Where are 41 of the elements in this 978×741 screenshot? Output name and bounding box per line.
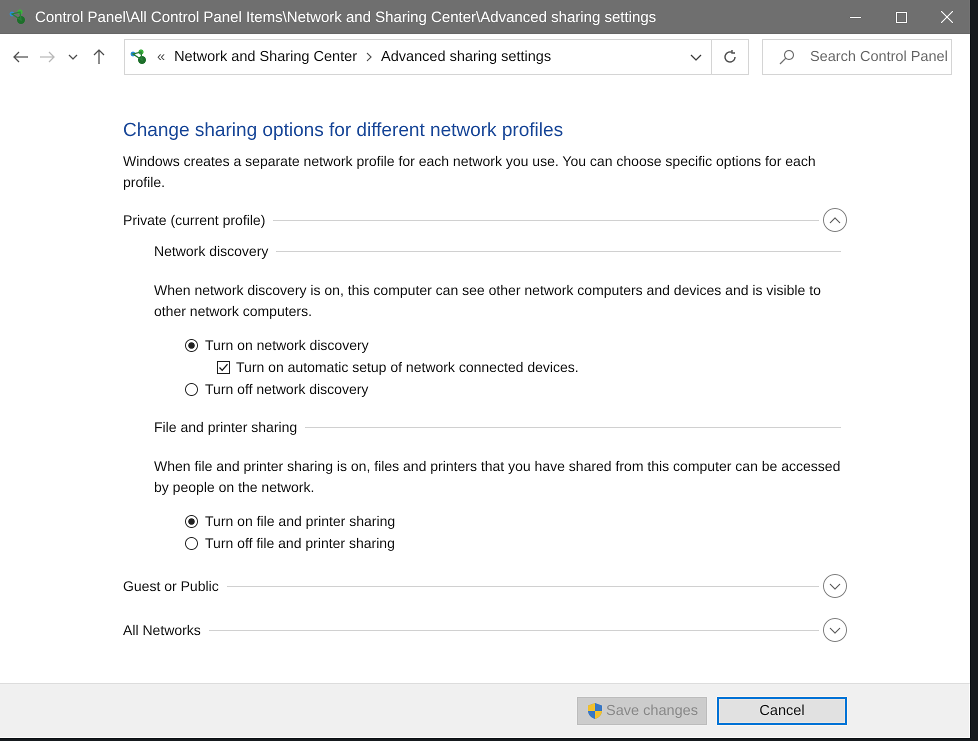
section-description: When file and printer sharing is on, files and printers that you have shared from this computer can be accessed by people on the network. xyxy=(154,457,842,497)
search-icon xyxy=(779,49,795,65)
shield-icon xyxy=(586,702,604,720)
overflow-chevron[interactable]: « xyxy=(157,49,166,65)
intro-text: Windows creates a separate network profile for each network you use. You can choose specific options for each profile. xyxy=(123,152,817,192)
breadcrumb[interactable]: Network and Sharing Center xyxy=(174,49,358,65)
profile-title: Guest or Public xyxy=(123,576,219,596)
address-bar[interactable]: « Network and Sharing Center Advanced sharing settings xyxy=(124,39,749,75)
section-title: File and printer sharing xyxy=(154,418,298,437)
chevron-down-icon xyxy=(829,626,841,634)
maximize-icon xyxy=(896,12,906,22)
expand-button[interactable] xyxy=(823,618,847,642)
refresh-icon xyxy=(722,49,738,65)
option-label: Turn off network discovery xyxy=(205,380,368,399)
cancel-button[interactable]: Cancel xyxy=(717,697,847,725)
network-icon xyxy=(9,9,27,25)
radio-button[interactable] xyxy=(185,382,198,396)
chevron-down-icon xyxy=(690,54,702,60)
profile-title: Private (current profile) xyxy=(123,210,266,230)
option-label: Turn on file and printer sharing xyxy=(205,512,396,531)
page-heading: Change sharing options for different network profiles xyxy=(123,119,564,143)
profile-title: All Networks xyxy=(123,620,201,640)
radio-button[interactable] xyxy=(185,338,198,352)
checkbox[interactable] xyxy=(217,360,230,374)
window-title: Control Panel\All Control Panel Items\Network and Sharing Center\Advanced sharing settings xyxy=(35,8,658,26)
close-icon xyxy=(941,11,953,23)
search-field[interactable]: Search Control Panel xyxy=(762,39,952,75)
chevron-down-icon xyxy=(829,582,841,590)
radio-button[interactable] xyxy=(185,514,198,528)
option-label: Turn off file and printer sharing xyxy=(205,534,395,553)
section-description: When network discovery is on, this computer can see other network computers and devices and is visible to other network computers. xyxy=(154,281,822,321)
collapse-button[interactable] xyxy=(823,208,847,232)
chevron-right-icon xyxy=(366,52,372,62)
expand-button[interactable] xyxy=(823,574,847,598)
breadcrumb[interactable]: Advanced sharing settings xyxy=(381,49,552,65)
section-title: Network discovery xyxy=(154,242,268,261)
network-icon xyxy=(130,49,148,65)
option-label: Turn on automatic setup of network connected devices. xyxy=(236,358,579,377)
chevron-up-icon xyxy=(829,216,841,224)
radio-button[interactable] xyxy=(185,536,198,550)
option-label: Turn on network discovery xyxy=(205,336,369,355)
